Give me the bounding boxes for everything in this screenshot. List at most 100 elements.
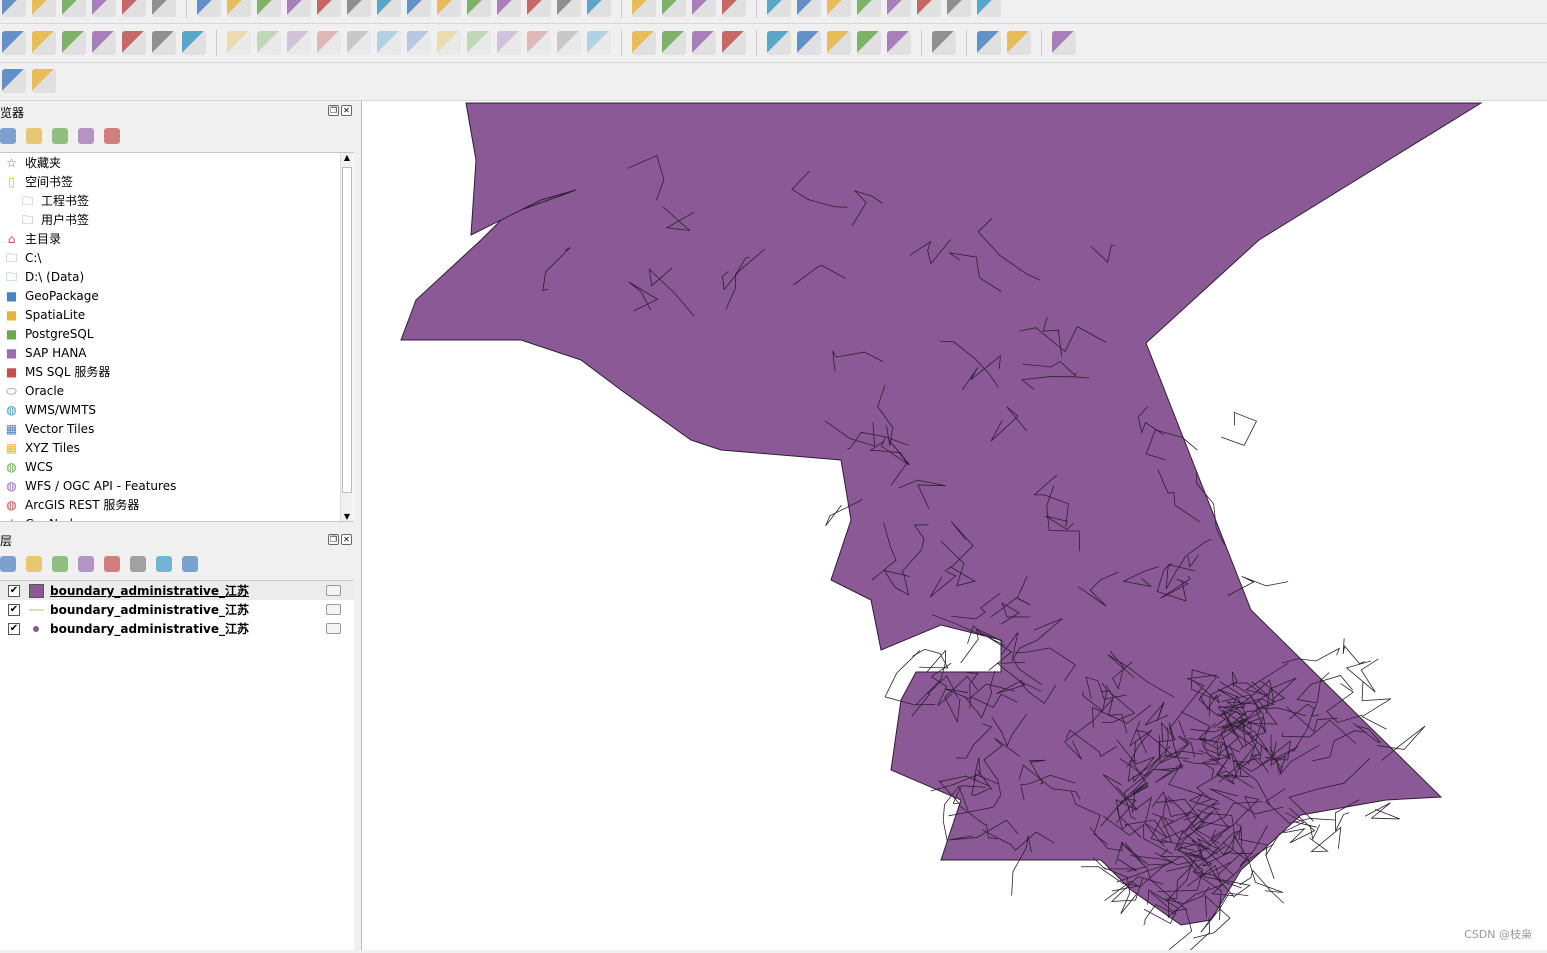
locate-icon[interactable] [977,0,1001,17]
browser-item[interactable]: ■ GeoPackage [0,286,354,305]
browser-item[interactable]: ⌂ 主目录 [0,229,354,248]
layer-item[interactable]: ✔ boundary_administrative_江苏 [0,581,354,600]
pin-label-icon[interactable] [692,31,716,55]
paste-icon[interactable] [527,31,551,55]
label-icon[interactable] [632,31,656,55]
collapse-icon[interactable] [156,556,172,572]
float-button[interactable]: ❐ [328,105,339,116]
browser-item[interactable]: 🗀 D:\ (Data) [0,267,354,286]
browser-item[interactable]: ☆ 收藏夹 [0,153,354,172]
browser-item[interactable]: ✲ GeoNode [0,514,354,522]
add-geopackage-icon[interactable] [32,31,56,55]
add-vector-icon[interactable] [2,31,26,55]
select-value-icon[interactable] [662,0,686,17]
add-mesh-icon[interactable] [122,31,146,55]
undo-icon[interactable] [557,31,581,55]
zoom-out-icon[interactable] [287,0,311,17]
attribute-table-icon[interactable] [797,0,821,17]
modify-attributes-icon[interactable] [407,31,431,55]
browser-item[interactable]: 🗀 C:\ [0,248,354,267]
toggle-edit-icon[interactable] [257,31,281,55]
save-edits-icon[interactable] [287,31,311,55]
browser-item[interactable]: ■ SAP HANA [0,343,354,362]
plugin-icon[interactable] [32,69,56,93]
statistics-icon[interactable] [857,0,881,17]
browser-item[interactable]: ◍ WCS [0,457,354,476]
layer-item[interactable]: ✔ boundary_administrative_江苏 [0,619,354,638]
select-feature-icon[interactable] [632,0,656,17]
show-label-icon[interactable] [767,31,791,55]
add-group-icon[interactable] [26,556,42,572]
layer-visibility-checkbox[interactable]: ✔ [8,603,20,616]
hide-label-icon[interactable] [797,31,821,55]
highlight-label-icon[interactable] [722,31,746,55]
digitize-icon[interactable] [317,31,341,55]
add-virtual-icon[interactable] [182,31,206,55]
add-polygon-icon[interactable] [347,31,371,55]
browser-item[interactable]: ⬭ Oracle [0,381,354,400]
change-label-icon[interactable] [887,31,911,55]
close-button[interactable]: ✕ [341,105,352,116]
layer-indicator-icon[interactable] [326,604,341,615]
refresh-icon[interactable] [26,128,42,144]
processing-icon[interactable] [827,0,851,17]
rotate-label-icon[interactable] [857,31,881,55]
delete-icon[interactable] [437,31,461,55]
filter-icon[interactable] [78,556,94,572]
add-spatialite-icon[interactable] [92,31,116,55]
browser-item[interactable]: ▯ 空间书签 [0,172,354,191]
filter-icon[interactable] [52,128,68,144]
layer-visibility-checkbox[interactable]: ✔ [8,622,20,635]
remove-layer-icon[interactable] [182,556,198,572]
ruler-icon[interactable] [917,0,941,17]
measure-icon[interactable] [767,0,791,17]
browser-item[interactable]: ◍ WMS/WMTS [0,400,354,419]
layer-item[interactable]: ✔ boundary_administrative_江苏 [0,600,354,619]
browser-item[interactable]: ▦ Vector Tiles [0,419,354,438]
expression-filter-icon[interactable] [104,556,120,572]
help-icon[interactable] [1052,31,1076,55]
new-print-layout-icon[interactable] [92,0,116,17]
add-icon[interactable] [0,128,16,144]
georeferencer-icon[interactable] [932,31,956,55]
browser-item[interactable]: ■ PostgreSQL [0,324,354,343]
move-label-icon[interactable] [827,31,851,55]
visibility-icon[interactable] [52,556,68,572]
zoom-in-icon[interactable] [257,0,281,17]
cut-icon[interactable] [467,31,491,55]
layer-visibility-checkbox[interactable]: ✔ [8,584,20,597]
browser-item[interactable]: ■ SpatiaLite [0,305,354,324]
field-calc-icon[interactable] [887,0,911,17]
zoom-selection-icon[interactable] [347,0,371,17]
layout-manager-icon[interactable] [122,0,146,17]
browser-item[interactable]: ■ MS SQL 服务器 [0,362,354,381]
zoom-layer-icon[interactable] [377,0,401,17]
expression-icon[interactable] [1007,31,1031,55]
locator-icon[interactable] [2,69,26,93]
layer-indicator-icon[interactable] [326,585,341,596]
close-button[interactable]: ✕ [341,534,352,545]
identify-icon[interactable] [722,0,746,17]
map-canvas[interactable]: CSDN @枝枭 [361,101,1547,953]
zoom-last-icon[interactable] [437,0,461,17]
browser-item[interactable]: 🗀 用户书签 [0,210,354,229]
scrollbar[interactable]: ▲ ▼ [340,153,353,521]
zoom-full-icon[interactable] [317,0,341,17]
float-button[interactable]: ❐ [328,534,339,545]
refresh-icon[interactable] [587,0,611,17]
redo-icon[interactable] [587,31,611,55]
info-icon[interactable] [104,128,120,144]
zoom-native-icon[interactable] [407,0,431,17]
browser-item[interactable]: ◍ WFS / OGC API - Features [0,476,354,495]
deselect-icon[interactable] [692,0,716,17]
new-3d-view-icon[interactable] [527,0,551,17]
style-icon[interactable] [0,556,16,572]
browser-tree[interactable]: ☆ 收藏夹 ▯ 空间书签 🗀 工程书签 🗀 用户书签 ⌂ 主目录 🗀 C:\ 🗀 D:\ (Data) ■ G… [0,152,354,522]
tips-icon[interactable] [947,0,971,17]
browser-item[interactable]: ▦ XYZ Tiles [0,438,354,457]
copy-icon[interactable] [497,31,521,55]
collapse-icon[interactable] [78,128,94,144]
new-map-view-icon[interactable] [497,0,521,17]
temporal-icon[interactable] [557,0,581,17]
pan-icon[interactable] [197,0,221,17]
